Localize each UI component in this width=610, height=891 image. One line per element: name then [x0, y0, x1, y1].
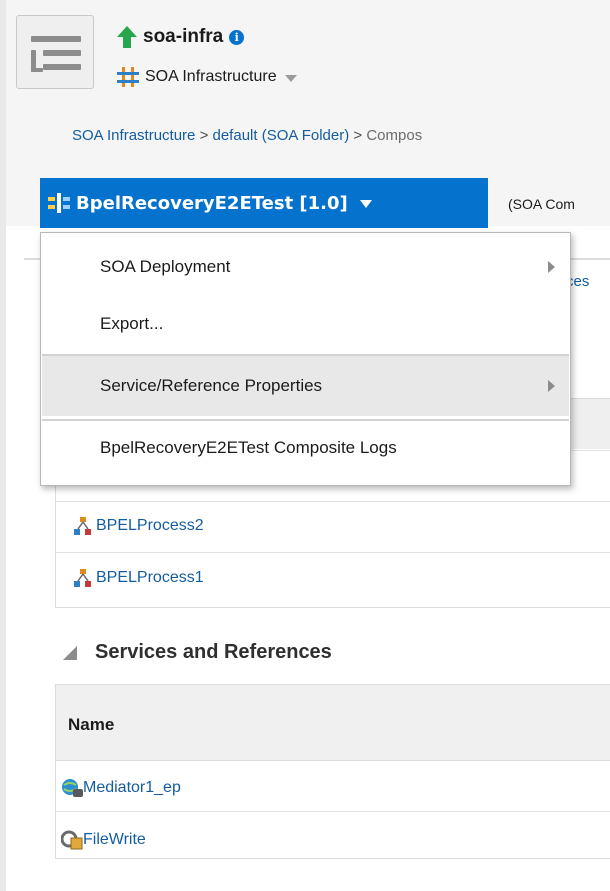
service-link[interactable]: Mediator1_ep [83, 779, 181, 797]
column-header-name[interactable]: Name [68, 715, 114, 735]
composite-menu-button[interactable]: BpelRecoveryE2ETest [1.0] [40, 178, 488, 228]
info-icon[interactable]: i [229, 29, 245, 45]
menu-item-label: Export... [100, 314, 164, 333]
table-row[interactable]: BPELProcess2 [74, 517, 204, 535]
web-service-icon [62, 779, 83, 797]
menu-item-label: BpelRecoveryE2ETest Composite Logs [100, 438, 397, 457]
submenu-arrow-icon [548, 380, 555, 392]
breadcrumb: SOA Infrastructure > default (SOA Folder… [72, 127, 422, 144]
breadcrumb-separator: > [353, 127, 363, 144]
menu-bar-icon [43, 64, 81, 70]
target-name-row: soa-infra i [117, 25, 245, 49]
section-title: Services and References [95, 641, 332, 663]
services-table-header [56, 685, 610, 761]
navigation-menu-button[interactable] [16, 15, 94, 89]
status-up-arrow-icon [117, 26, 137, 48]
soa-infrastructure-icon [117, 67, 139, 87]
table-row[interactable]: FileWrite [61, 830, 146, 850]
submenu-arrow-icon [548, 261, 555, 273]
chevron-down-icon [284, 75, 297, 82]
table-row-divider [56, 811, 610, 813]
composite-icon [48, 193, 70, 213]
target-name: soa-infra [143, 26, 224, 47]
services-section-header[interactable]: Services and References [63, 641, 332, 664]
composite-type-label: (SOA Com [508, 196, 575, 212]
menu-bar-icon [31, 36, 81, 42]
target-type-menu[interactable]: SOA Infrastructure [117, 67, 297, 87]
breadcrumb-current: Compos [366, 127, 423, 144]
breadcrumb-soa-infrastructure[interactable]: SOA Infrastructure [72, 127, 195, 144]
table-row-divider [56, 552, 610, 554]
breadcrumb-separator: > [199, 127, 209, 144]
table-row[interactable]: Mediator1_ep [61, 778, 181, 798]
table-row[interactable]: BPELProcess1 [74, 569, 204, 587]
menu-item-soa-deployment[interactable]: SOA Deployment [42, 242, 569, 292]
chevron-down-icon [359, 200, 372, 208]
menu-bar-icon [43, 50, 81, 56]
tree-branch-icon [31, 68, 43, 72]
breadcrumb-default-folder[interactable]: default (SOA Folder) [213, 127, 350, 144]
menu-item-service-reference-properties[interactable]: Service/Reference Properties [42, 356, 569, 416]
menu-item-label: Service/Reference Properties [100, 376, 323, 395]
file-adapter-icon [61, 830, 83, 850]
menu-separator [42, 419, 569, 421]
collapse-triangle-icon [63, 645, 77, 660]
composite-name-label: BpelRecoveryE2ETest [1.0] [76, 192, 348, 214]
composite-context-menu: SOA Deployment Export... Service/Referen… [40, 232, 571, 486]
reference-link[interactable]: FileWrite [83, 831, 146, 849]
bpel-process-icon [74, 569, 91, 587]
menu-item-export[interactable]: Export... [42, 299, 569, 349]
bpel-process-link[interactable]: BPELProcess2 [96, 517, 204, 535]
target-type-label: SOA Infrastructure [145, 68, 277, 85]
bpel-process-link[interactable]: BPELProcess1 [96, 569, 204, 587]
menu-item-label: SOA Deployment [100, 257, 231, 276]
bpel-process-icon [74, 517, 91, 535]
table-row-divider [56, 501, 610, 503]
menu-item-composite-logs[interactable]: BpelRecoveryE2ETest Composite Logs [42, 423, 569, 473]
